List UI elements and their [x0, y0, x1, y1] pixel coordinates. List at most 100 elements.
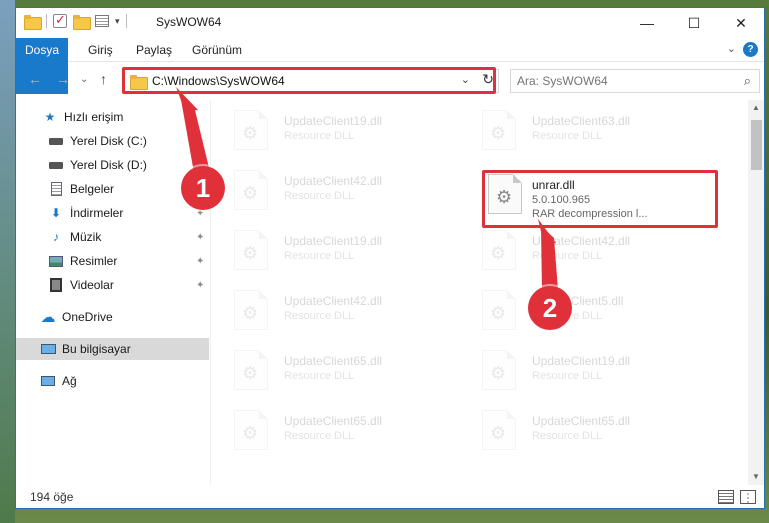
dll-file-icon [234, 350, 268, 390]
list-item[interactable]: UpdateClient19.dll Resource DLL [212, 106, 452, 162]
up-button[interactable]: ↑ [100, 71, 107, 87]
maximize-button[interactable]: ☐ [671, 8, 717, 38]
list-item[interactable]: UpdateClient65.dll Resource DLL [212, 346, 452, 402]
file-name: UpdateClient65.dll [284, 414, 383, 428]
drive-icon [48, 134, 64, 148]
network-icon [40, 374, 56, 388]
tab-view[interactable]: Görünüm [180, 38, 254, 62]
quick-access-toolbar: ▾ [24, 12, 127, 30]
sidebar-item-disk-c[interactable]: Yerel Disk (C:) ✦ [16, 130, 209, 152]
picture-icon [48, 254, 64, 268]
cloud-icon: ☁ [40, 309, 56, 326]
dll-file-icon [234, 290, 268, 330]
sidebar-item-downloads[interactable]: ⬇ İndirmeler ✦ [16, 202, 209, 224]
pin-icon[interactable]: ✦ [196, 136, 204, 147]
file-type: Resource DLL [284, 310, 355, 322]
download-icon: ⬇ [50, 206, 62, 220]
details-view-icon[interactable] [718, 490, 734, 504]
dll-file-icon [482, 410, 516, 450]
list-item[interactable]: UpdateClient19.dll Resource DLL [460, 346, 700, 402]
file-type: Resource DLL [284, 190, 355, 202]
pin-icon[interactable]: ✦ [196, 280, 204, 291]
toolbar-divider [46, 14, 47, 28]
file-name: UpdateClient65.dll [532, 414, 631, 428]
file-type: Resource DLL [284, 250, 355, 262]
toolbar-divider [125, 14, 127, 28]
desktop-background [0, 0, 15, 523]
dll-file-icon [482, 110, 516, 150]
dll-file-icon [234, 230, 268, 270]
explorer-window: ▾ SysWOW64 — ☐ ✕ Dosya Giriş Paylaş Görü… [15, 7, 765, 509]
dll-file-icon [482, 350, 516, 390]
file-name: UpdateClient19.dll [532, 354, 631, 368]
folder-icon[interactable] [24, 14, 42, 30]
list-item[interactable]: UpdateClient65.dll Resource DLL [212, 406, 452, 462]
navigation-pane: ★ Hızlı erişim Yerel Disk (C:) ✦ Yerel D… [16, 100, 211, 485]
list-item[interactable]: UpdateClient19.dll Resource DLL [212, 226, 452, 282]
search-input[interactable] [511, 70, 721, 92]
list-item[interactable]: UpdateClient42.dll Resource DLL [212, 286, 452, 342]
sidebar-item-quick-access[interactable]: ★ Hızlı erişim [16, 106, 209, 128]
new-folder-icon[interactable] [73, 14, 91, 30]
sidebar-item-onedrive[interactable]: ☁ OneDrive [16, 306, 209, 328]
sidebar-item-label: Bu bilgisayar [62, 342, 131, 356]
properties-check-icon[interactable] [53, 12, 67, 28]
sidebar-item-label: OneDrive [62, 310, 113, 324]
file-name: UpdateClient19.dll [284, 234, 383, 248]
vertical-scrollbar[interactable]: ▲ ▼ [748, 100, 764, 485]
title-bar: ▾ SysWOW64 — ☐ ✕ [16, 8, 764, 38]
tab-home[interactable]: Giriş [76, 38, 125, 62]
list-item[interactable]: UpdateClient5.dll Resource DLL [460, 286, 700, 342]
pin-icon[interactable]: ✦ [196, 232, 204, 243]
video-icon [48, 278, 64, 292]
minimize-button[interactable]: — [624, 8, 670, 38]
sidebar-item-label: Belgeler [70, 182, 115, 196]
file-type: Resource DLL [532, 250, 603, 262]
scroll-up-icon[interactable]: ▲ [752, 103, 760, 112]
star-icon: ★ [44, 110, 56, 124]
quick-access-dropdown-icon[interactable]: ▾ [115, 16, 120, 27]
back-button[interactable]: ← [28, 71, 42, 87]
file-name: UpdateClient19.dll [284, 114, 383, 128]
dll-file-icon [234, 410, 268, 450]
sidebar-item-pictures[interactable]: Resimler ✦ [16, 250, 209, 272]
navigation-bar: ← → ⌄ ↑ C:\Windows\SysWOW64 ⌄ ↻ ⌕ [16, 62, 764, 98]
list-item[interactable]: UpdateClient63.dll Resource DLL [460, 106, 700, 162]
recent-locations-button[interactable]: ⌄ [80, 74, 88, 85]
callout-badge-1: 1 [181, 166, 225, 210]
sidebar-item-videos[interactable]: Videolar ✦ [16, 274, 209, 296]
list-item[interactable]: UpdateClient42.dll Resource DLL [460, 226, 700, 282]
drive-icon [48, 158, 64, 172]
sidebar-item-disk-d[interactable]: Yerel Disk (D:) ✦ [16, 154, 209, 176]
search-icon[interactable]: ⌕ [744, 73, 751, 89]
file-type: Resource DLL [284, 130, 355, 142]
dll-file-icon [482, 230, 516, 270]
dll-file-icon [234, 110, 268, 150]
file-type: Resource DLL [532, 130, 603, 142]
forward-button[interactable]: → [56, 71, 70, 87]
search-box[interactable]: ⌕ [510, 69, 760, 93]
sidebar-item-network[interactable]: Ağ [16, 370, 209, 392]
scroll-thumb[interactable] [751, 120, 762, 170]
tab-share[interactable]: Paylaş [124, 38, 184, 62]
sidebar-item-label: Yerel Disk (D:) [70, 158, 147, 172]
sidebar-item-label: Videolar [70, 278, 114, 292]
list-item[interactable]: UpdateClient65.dll Resource DLL [460, 406, 700, 462]
pin-icon[interactable]: ✦ [196, 256, 204, 267]
properties-icon[interactable] [95, 15, 109, 27]
scroll-down-icon[interactable]: ▼ [752, 472, 760, 481]
file-list: UpdateClient19.dll Resource DLL UpdateCl… [212, 100, 748, 485]
help-button[interactable]: ? [743, 42, 758, 57]
large-icons-view-icon[interactable] [740, 490, 756, 504]
sidebar-item-music[interactable]: ♪ Müzik ✦ [16, 226, 209, 248]
ribbon-collapse-icon[interactable]: ⌄ [727, 42, 736, 55]
document-icon [48, 182, 64, 196]
file-type: Resource DLL [532, 370, 603, 382]
list-item[interactable]: UpdateClient42.dll Resource DLL [212, 166, 452, 222]
sidebar-item-label: Ağ [62, 374, 77, 388]
computer-icon [40, 342, 56, 356]
sidebar-item-this-pc[interactable]: Bu bilgisayar [16, 338, 209, 360]
file-type: Resource DLL [284, 430, 355, 442]
file-type: Resource DLL [284, 370, 355, 382]
close-button[interactable]: ✕ [718, 8, 764, 38]
